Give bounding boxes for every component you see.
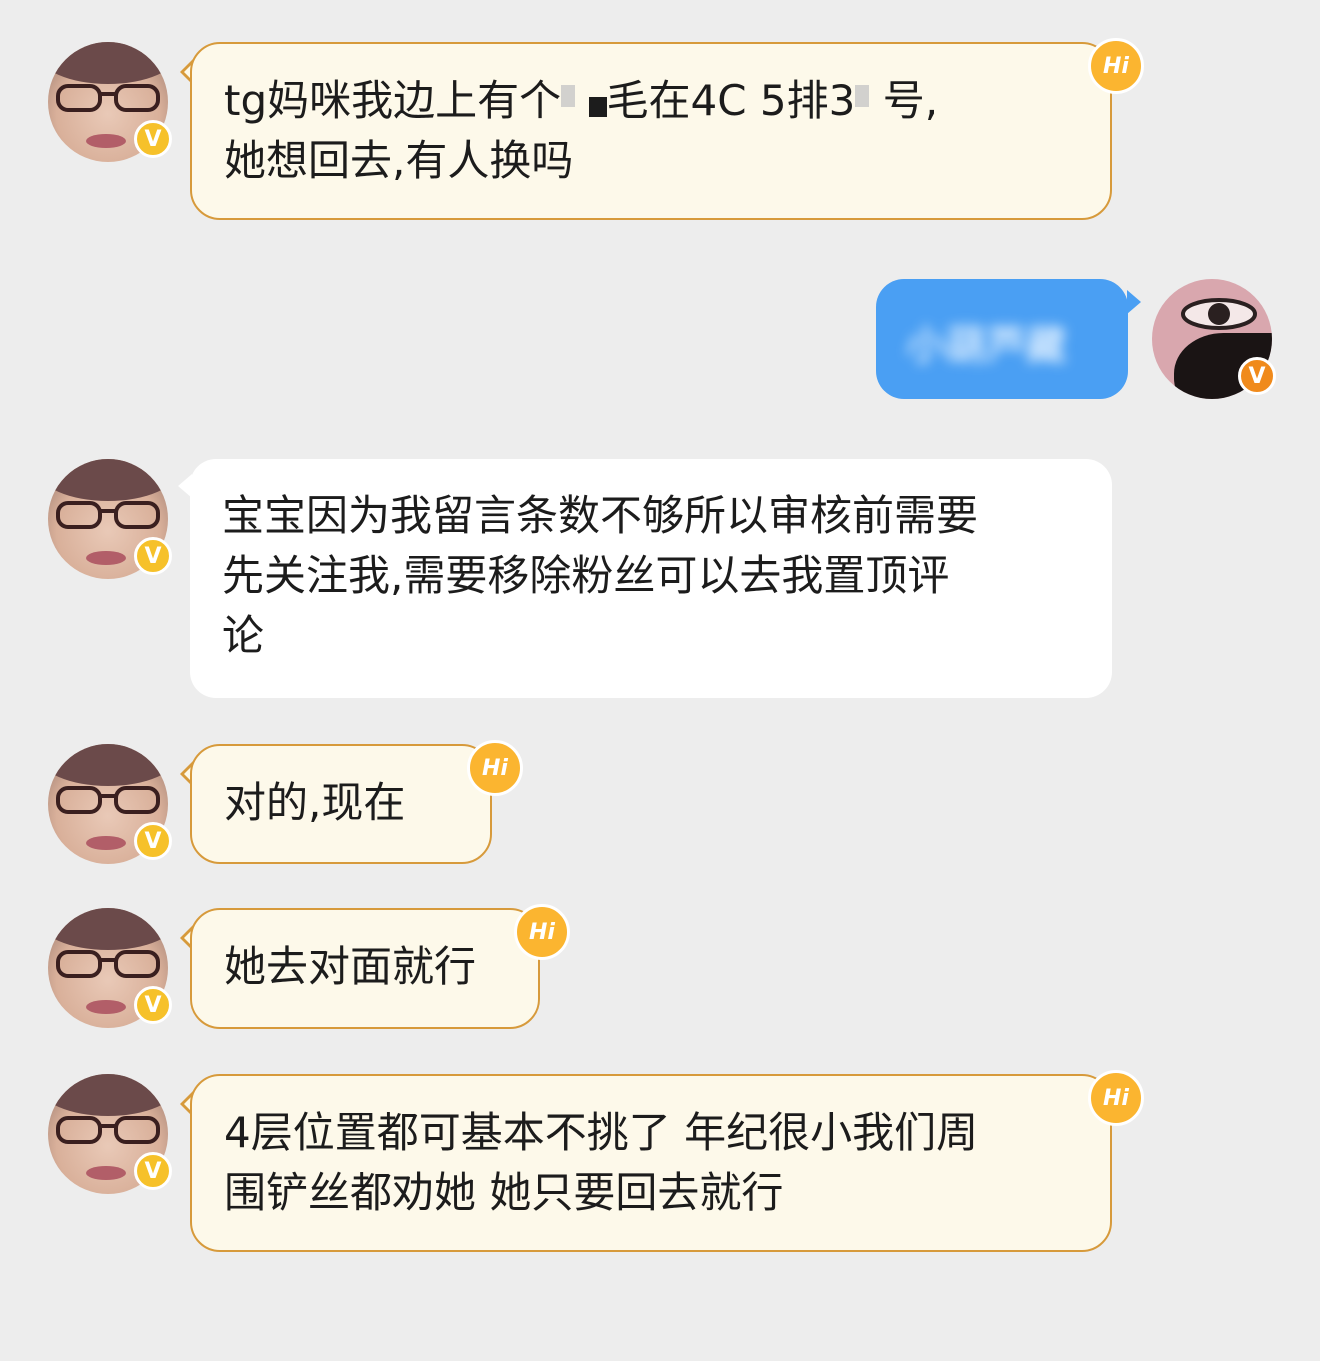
sender-avatar[interactable]: V — [48, 1074, 172, 1194]
hi-badge-icon: Hi — [467, 740, 523, 796]
message-bubble[interactable]: tg妈咪我边上有个 毛在4C 5排3 号, 她想回去,有人换吗 — [190, 42, 1112, 220]
message-line: 4层位置都可基本不挑了 年纪很小我们周 — [224, 1108, 979, 1157]
verified-badge-icon: V — [134, 1152, 172, 1190]
sender-avatar[interactable]: V — [48, 42, 172, 162]
message-line: 围铲丝都劝她 她只要回去就行 — [224, 1168, 784, 1217]
hi-badge-icon: Hi — [1088, 1070, 1144, 1126]
message-bubble[interactable]: 宝宝因为我留言条数不够所以审核前需要 先关注我,需要移除粉丝可以去我置顶评 论 — [190, 459, 1112, 698]
hi-badge-icon: Hi — [514, 904, 570, 960]
message-line: 她想回去,有人换吗 — [224, 136, 574, 185]
my-message-bubble[interactable]: 小葫芦藏 — [876, 279, 1128, 399]
verified-badge-icon: V — [134, 822, 172, 860]
blurred-message-text: 小葫芦藏 — [906, 323, 1066, 369]
hi-badge-icon: Hi — [1088, 38, 1144, 94]
message-bubble[interactable]: 4层位置都可基本不挑了 年纪很小我们周 围铲丝都劝她 她只要回去就行 — [190, 1074, 1112, 1252]
message-line: 对的,现在 — [224, 778, 406, 827]
message-line: 宝宝因为我留言条数不够所以审核前需要 — [222, 491, 979, 540]
verified-badge-icon: V — [134, 537, 172, 575]
message-line: 先关注我,需要移除粉丝可以去我置顶评 — [222, 551, 950, 600]
sender-avatar[interactable]: V — [48, 744, 172, 864]
verified-badge-icon: V — [134, 986, 172, 1024]
verified-badge-icon: V — [1238, 357, 1276, 395]
message-bubble[interactable]: 对的,现在 — [190, 744, 492, 864]
sender-avatar[interactable]: V — [48, 908, 172, 1028]
message-bubble[interactable]: 她去对面就行 — [190, 908, 540, 1029]
message-line: 论 — [222, 611, 265, 660]
my-avatar[interactable]: V — [1152, 279, 1276, 399]
message-line: 她去对面就行 — [224, 942, 477, 991]
message-line: tg妈咪我边上有个 毛在4C 5排3 号, — [224, 76, 939, 125]
verified-badge-icon: V — [134, 120, 172, 158]
sender-avatar[interactable]: V — [48, 459, 172, 579]
